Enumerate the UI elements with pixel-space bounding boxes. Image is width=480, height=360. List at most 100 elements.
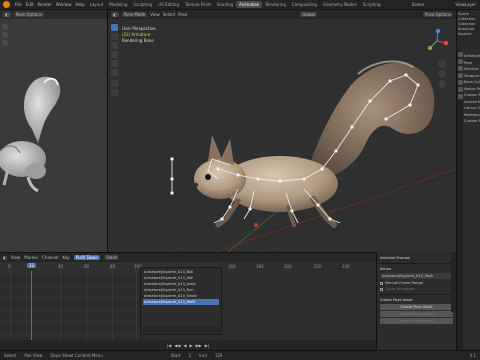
scene-tab-icon[interactable]: [457, 73, 463, 78]
outliner-item[interactable]: Squirrel: [458, 32, 479, 37]
menu-select[interactable]: Select: [163, 12, 175, 17]
cyclic-label: Cyclic Animation: [385, 287, 416, 291]
tab-rendering[interactable]: Rendering: [262, 1, 288, 8]
version-label: 4.1: [469, 353, 476, 358]
props-row[interactable]: Armature: [464, 54, 480, 59]
tab-uv-editing[interactable]: UV Editing: [155, 1, 182, 8]
props-row[interactable]: Custom Props: [464, 119, 480, 124]
props-row[interactable]: Viewport Display: [464, 74, 480, 79]
menu-view[interactable]: View: [150, 12, 160, 17]
frame-end-field[interactable]: 120: [215, 353, 223, 358]
menu-marker[interactable]: Marker: [24, 255, 38, 260]
menu-render[interactable]: Render: [35, 2, 53, 7]
pose-options-button[interactable]: Pose Options: [423, 12, 453, 17]
tab-compositing[interactable]: Compositing: [289, 1, 320, 8]
pose-library-panel: Selected Frames Action Armature|Squirrel…: [376, 252, 456, 350]
action-item-selected[interactable]: Armature|Squirrel_A13_Walk: [143, 299, 219, 305]
action-editor-header: ◧ View Marker Channel Key Push Down Stas…: [0, 253, 376, 262]
menu-edit[interactable]: Edit: [24, 2, 36, 7]
jump-next-key-button[interactable]: ▶▶: [196, 343, 202, 348]
ruler-label: 240: [342, 264, 350, 269]
props-row[interactable]: Skeleton: [464, 67, 480, 72]
paste-pose-button[interactable]: Paste as New Asset: [380, 318, 453, 324]
ruler-label: 80: [110, 264, 116, 269]
sidebar-tab[interactable]: [451, 252, 456, 312]
status-context-hint: Dope Sheet Context Menu: [50, 353, 103, 358]
menu-channel[interactable]: Channel: [42, 255, 58, 260]
ruler-label: 160: [228, 264, 236, 269]
props-row[interactable]: Motion Paths: [464, 87, 480, 92]
outliner-item[interactable]: Scene Collection: [458, 12, 479, 22]
props-row[interactable]: Library Overrides: [464, 106, 480, 111]
current-frame-indicator[interactable]: 22: [27, 263, 37, 268]
menu-pose[interactable]: Pose: [178, 12, 187, 17]
editor-type-icon[interactable]: ◧: [3, 12, 11, 17]
editor-type-icon[interactable]: ◧: [111, 12, 119, 17]
props-row[interactable]: Bone Collections: [464, 80, 480, 85]
menu-file[interactable]: File: [13, 2, 24, 7]
scene-selector[interactable]: Scene: [412, 2, 424, 7]
props-row[interactable]: Inverse Kinematics: [464, 100, 480, 105]
playhead-line[interactable]: [31, 271, 32, 341]
outliner-panel: Scene Collection Collection Armature Squ…: [456, 10, 480, 50]
play-reverse-button[interactable]: ◀: [183, 343, 186, 348]
tab-shading[interactable]: Shading: [214, 1, 236, 8]
playback-controls: |◀ ◀◀ ◀ ▶ ▶▶ ▶|: [0, 340, 376, 350]
status-select-hint: Select: [4, 353, 17, 358]
tool-tab-icon[interactable]: [457, 52, 463, 57]
tab-scripting[interactable]: Scripting: [360, 1, 384, 8]
pose-options-button[interactable]: Pose Options: [13, 12, 44, 17]
frame-start-field[interactable]: 1: [189, 353, 192, 358]
object-tab-icon[interactable]: [457, 80, 463, 85]
navigation-gizmo-icon[interactable]: [424, 28, 450, 54]
menu-help[interactable]: Help: [73, 2, 86, 7]
create-pose-section-header[interactable]: Create Pose Asset: [380, 297, 453, 303]
view-layer-selector[interactable]: ViewLayer: [455, 2, 476, 7]
tab-texture-paint[interactable]: Texture Paint: [182, 1, 214, 8]
camera-view-icon[interactable]: [438, 80, 446, 88]
tab-modeling[interactable]: Modeling: [106, 1, 130, 8]
action-timeline-area[interactable]: 160 180 200 220 240: [222, 262, 376, 341]
menu-key[interactable]: Key: [63, 255, 70, 260]
jump-start-button[interactable]: |◀: [167, 343, 171, 348]
output-tab-icon[interactable]: [457, 66, 463, 71]
zoom-view-icon[interactable]: [438, 60, 446, 68]
tab-layout[interactable]: Layout: [87, 1, 107, 8]
bone-tab-icon[interactable]: [457, 94, 463, 99]
mode-dropdown[interactable]: Pose Mode: [121, 12, 148, 17]
tab-animation[interactable]: Animation: [236, 1, 263, 8]
tab-sculpting[interactable]: Sculpting: [130, 1, 155, 8]
props-row[interactable]: Relations: [464, 113, 480, 118]
jump-end-button[interactable]: ▶|: [205, 343, 209, 348]
push-down-button[interactable]: Push Down: [73, 255, 100, 260]
action-editor[interactable]: ◧ View Marker Channel Key Push Down Stas…: [0, 252, 376, 350]
ruler-label: 60: [84, 264, 90, 269]
frame-start-label: Start: [170, 353, 181, 358]
jump-prev-key-button[interactable]: ◀◀: [174, 343, 180, 348]
stash-button[interactable]: Stash: [103, 255, 120, 260]
editor-type-icon[interactable]: ◧: [3, 255, 7, 260]
status-bar: Select Pan View Dope Sheet Context Menu …: [0, 350, 480, 360]
pan-view-icon[interactable]: [438, 70, 446, 78]
cyclic-checkbox[interactable]: Cyclic Animation: [380, 286, 453, 292]
blender-logo-icon[interactable]: [3, 1, 10, 8]
camera-viewport-header: ◧ Pose Options: [0, 10, 107, 19]
armature-tab-icon[interactable]: [457, 87, 463, 92]
copy-pose-button[interactable]: Copy Pose as Asset: [380, 311, 453, 317]
camera-viewport[interactable]: ◧ Pose Options: [0, 10, 108, 252]
orientation-dropdown[interactable]: Global: [300, 12, 318, 17]
3d-viewport[interactable]: ◧ Pose Mode View Select Pose Global Pose…: [108, 10, 456, 252]
props-row[interactable]: Custom Properties: [464, 93, 480, 98]
action-search-field[interactable]: [142, 327, 222, 333]
create-pose-asset-button[interactable]: Create Pose Asset: [380, 304, 453, 310]
action-section-header[interactable]: Action: [380, 266, 453, 272]
play-button[interactable]: ▶: [190, 343, 193, 348]
render-tab-icon[interactable]: [457, 59, 463, 64]
props-row[interactable]: Pose: [464, 61, 480, 66]
properties-panel: Armature Pose Skeleton Viewport Display …: [456, 50, 480, 352]
action-list-dropdown[interactable]: Armature|Squirrel_A13_Ball Armature|Squi…: [140, 267, 222, 335]
tab-geometry-nodes[interactable]: Geometry Nodes: [320, 1, 360, 8]
menu-view[interactable]: View: [11, 255, 21, 260]
action-field[interactable]: Armature|Squirrel_A13_Walk: [380, 273, 453, 279]
menu-window[interactable]: Window: [54, 2, 74, 7]
